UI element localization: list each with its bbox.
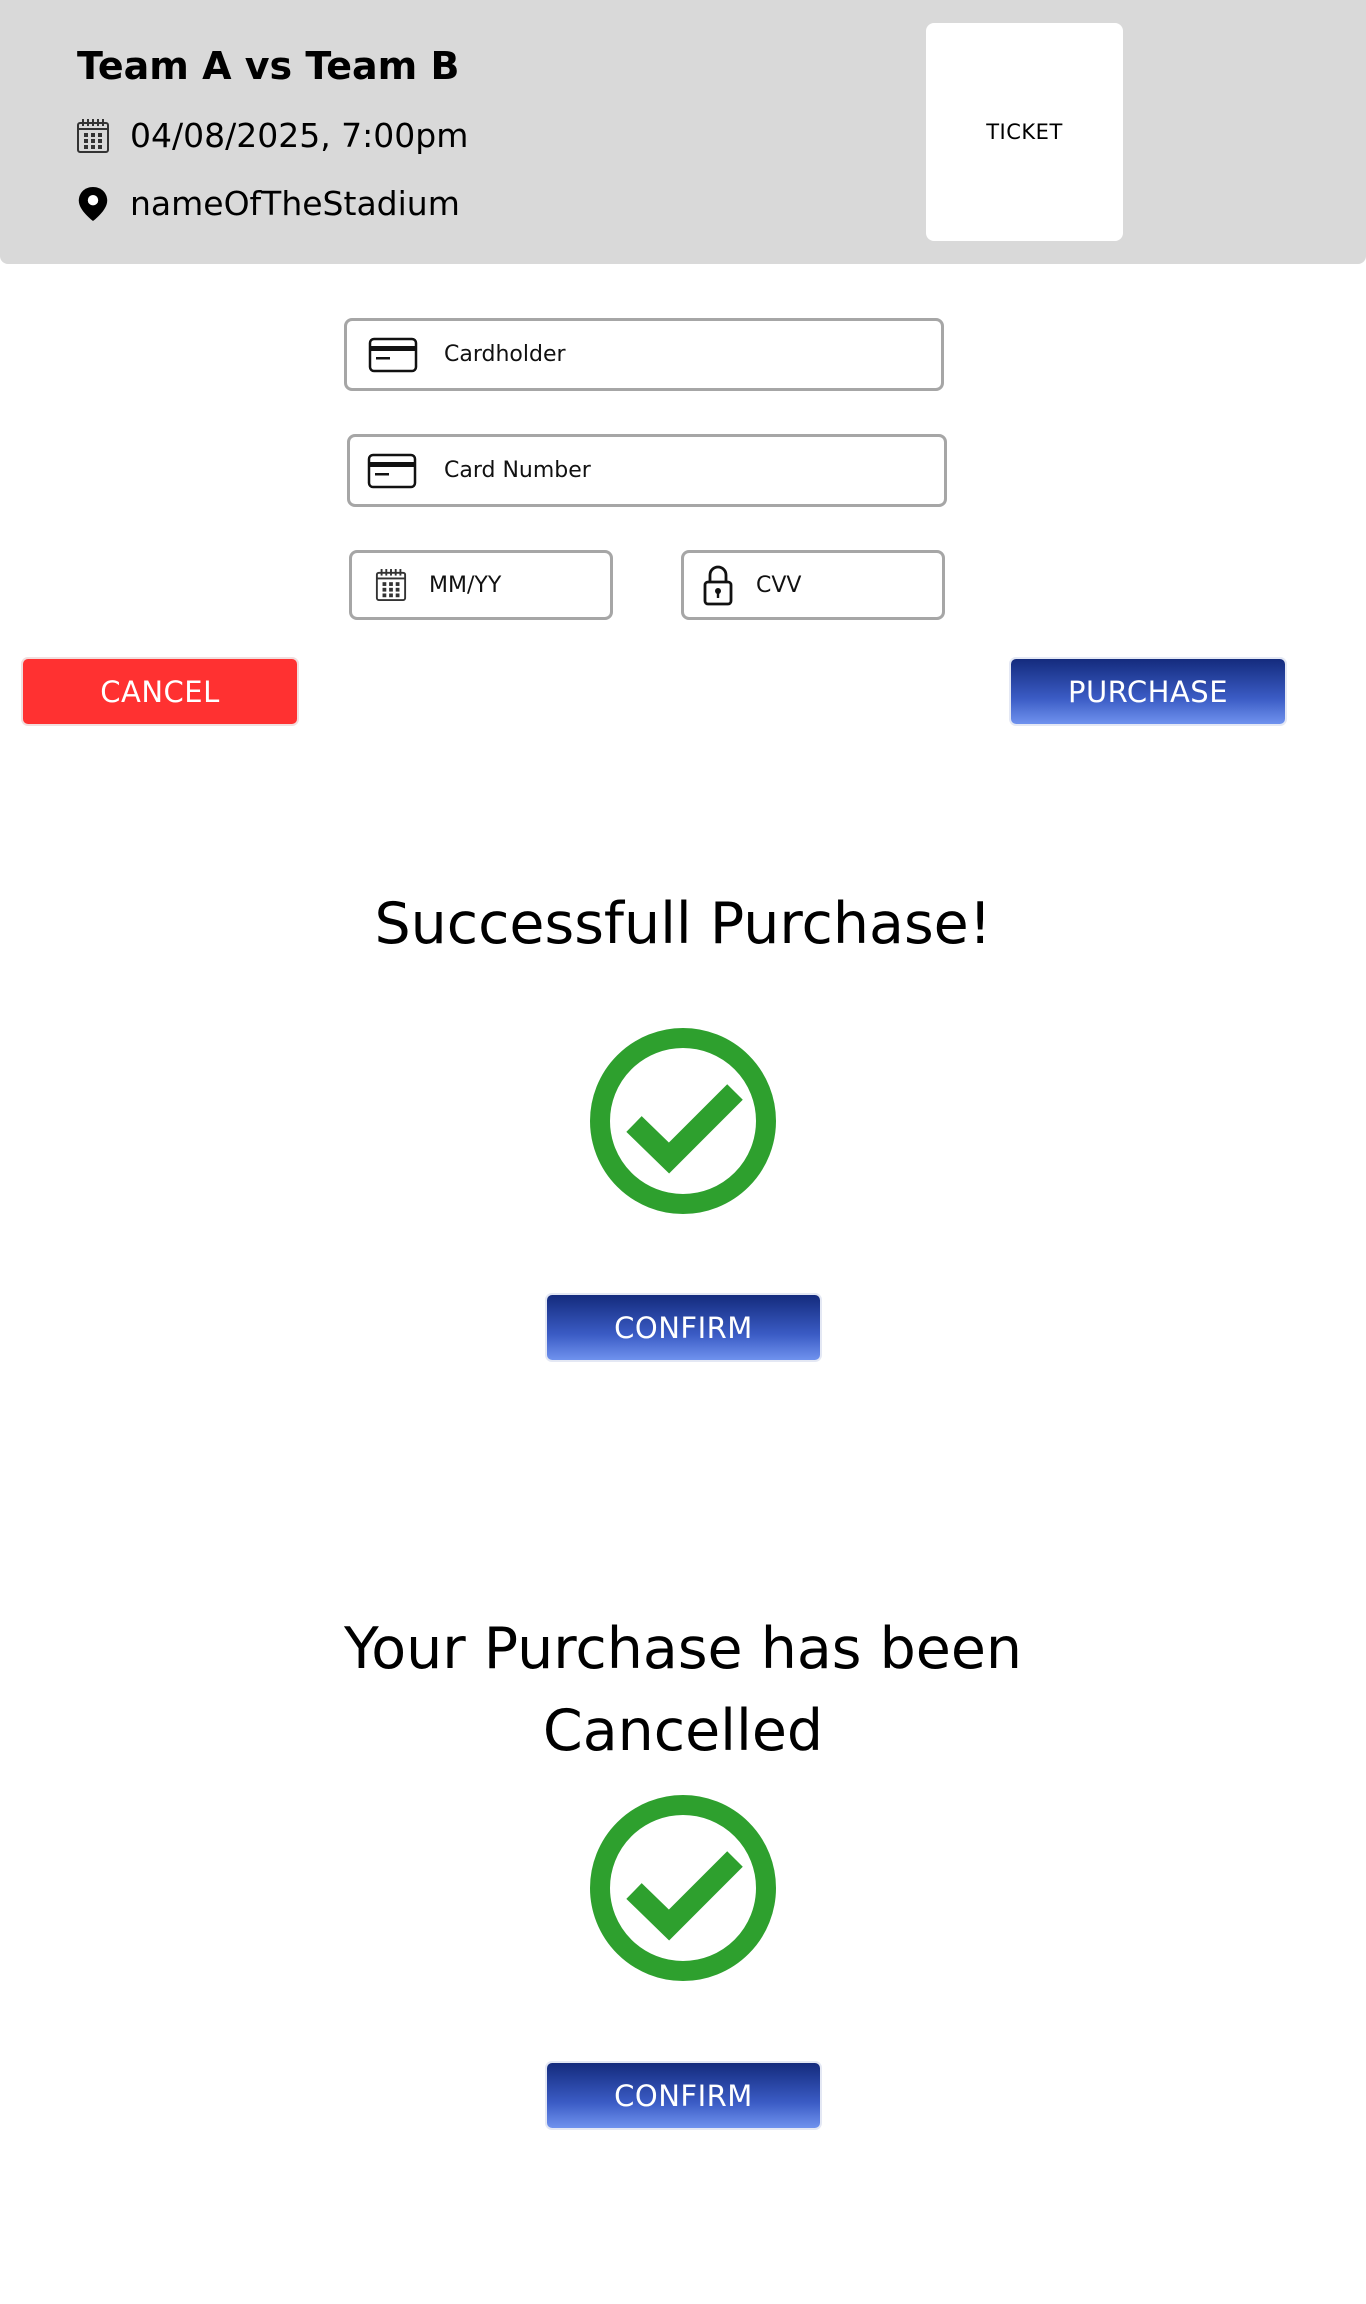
event-venue-row: nameOfTheStadium	[76, 184, 460, 223]
cancelled-message: Your Purchase has been Cancelled	[0, 1608, 1366, 1772]
calendar-icon	[77, 118, 109, 153]
confirm-cancellation-button[interactable]: CONFIRM	[547, 2063, 820, 2128]
cancelled-message-line-2: Cancelled	[542, 1698, 824, 1764]
cancelled-message-line-1: Your Purchase has been	[343, 1616, 1023, 1682]
ticket-preview: TICKET	[926, 23, 1123, 241]
event-date-row: 04/08/2025, 7:00pm	[76, 116, 468, 155]
check-circle-icon	[590, 1795, 776, 1981]
expiry-input[interactable]	[429, 572, 610, 598]
location-pin-icon	[78, 186, 108, 221]
event-title: Team A vs Team B	[77, 44, 460, 88]
event-datetime: 04/08/2025, 7:00pm	[130, 116, 469, 155]
confirm-purchase-button[interactable]: CONFIRM	[547, 1295, 820, 1360]
success-message: Successfull Purchase!	[374, 891, 992, 957]
cvv-input[interactable]	[756, 572, 942, 598]
expiry-field[interactable]	[349, 550, 613, 620]
cardholder-field[interactable]	[344, 318, 944, 391]
purchase-button[interactable]: PURCHASE	[1011, 659, 1285, 724]
check-circle-icon	[590, 1028, 776, 1214]
cancel-button[interactable]: CANCEL	[23, 659, 297, 724]
cvv-field[interactable]	[681, 550, 945, 620]
card-number-field[interactable]	[347, 434, 947, 507]
credit-card-icon	[368, 337, 418, 372]
ticket-label: TICKET	[986, 120, 1063, 144]
calendar-icon	[375, 569, 407, 601]
event-venue: nameOfTheStadium	[130, 184, 460, 223]
credit-card-icon	[367, 453, 417, 488]
lock-icon	[703, 565, 733, 606]
card-number-input[interactable]	[444, 458, 944, 483]
event-header: Team A vs Team B 04/08/2025, 7:00pm name…	[0, 0, 1366, 264]
cardholder-input[interactable]	[444, 342, 941, 367]
